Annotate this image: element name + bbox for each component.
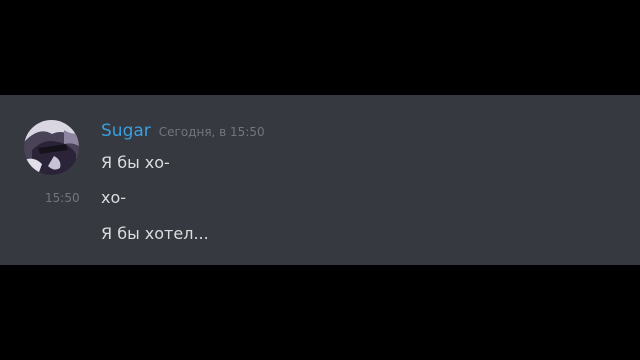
- message-timestamp: Сегодня, в 15:50: [158, 125, 265, 139]
- message-text: Я бы хотел...: [101, 224, 209, 243]
- message-text: хо-: [101, 188, 127, 207]
- chat-message-group: Sugar Сегодня, в 15:50 Я бы хо- 15:50 хо-…: [0, 95, 640, 265]
- username[interactable]: Sugar: [101, 121, 151, 141]
- avatar-image: [24, 120, 79, 175]
- hover-timestamp: 15:50: [45, 191, 80, 205]
- user-avatar[interactable]: [24, 120, 79, 175]
- message-text: Я бы хо-: [101, 153, 170, 172]
- message-header: Sugar Сегодня, в 15:50: [101, 121, 265, 141]
